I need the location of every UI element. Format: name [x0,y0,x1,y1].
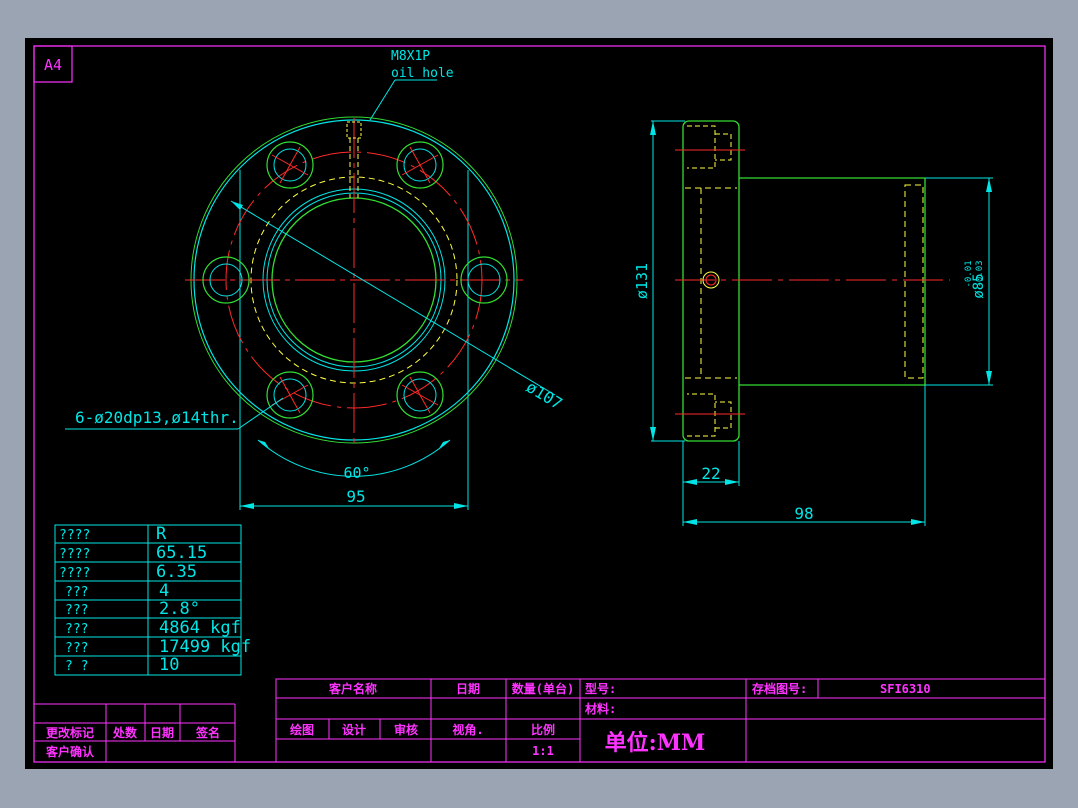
parameter-table: ???? R ???? 65.15 ???? 6.35 ??? 4 ??? 2.… [54,524,251,676]
width-95-label: 95 [346,487,365,506]
bolt-hole [396,371,444,419]
param-label: ??? [65,603,88,618]
param-label: ??? [65,585,88,600]
date-label: 日期 [456,681,480,696]
param-label: ??? [65,641,88,656]
param-value: 65.15 [156,543,207,563]
param-label: ? ? [65,659,88,674]
title-block: 客户名称 日期 数量(单台) 型号: 存档图号: SFI6310 材料: 绘图 … [275,678,1046,763]
revision-block: 更改标记 处数 日期 签名 客户确认 [34,703,236,762]
oil-hole-label: oil hole [391,66,454,81]
front-view [65,79,556,510]
scale-label: 比例 [531,722,555,737]
drawing-canvas: A4 M8X1P oil hole ø107 6-ø20dp13,ø14thr.… [25,38,1053,769]
revision-date-label: 日期 [150,725,174,740]
archive-no-label: 存档图号: [751,681,807,696]
drawing-svg: A4 M8X1P oil hole ø107 6-ø20dp13,ø14thr.… [33,45,1046,763]
model-label: 型号: [585,681,616,696]
design-label: 设计 [342,722,366,737]
scale-value: 1:1 [532,744,554,758]
drawn-label: 绘图 [290,722,314,737]
view-angle-label: 视角. [452,722,483,737]
customer-confirm-label: 客户确认 [45,744,95,759]
tolerance-lower: -0.03 [975,260,985,287]
customer-name-label: 客户名称 [328,681,377,696]
bolt-hole [396,141,444,189]
unit-label: 单位:MM [605,730,706,756]
param-label: ???? [59,547,90,562]
angle-label: 60° [343,464,370,482]
review-label: 审核 [394,722,418,737]
param-value: 4864 kgf [159,618,241,638]
param-value: 4 [159,581,169,601]
quantity-label: 数量(单台) [512,681,574,696]
signature-label: 签名 [195,725,220,740]
location-label: 处数 [112,725,138,740]
diameter-131-label: ø131 [633,263,651,299]
material-label: 材料: [584,701,616,716]
bolt-hole [266,141,314,189]
param-label: ??? [65,622,88,637]
param-value: 17499 kgf [159,637,251,657]
param-value: 6.35 [156,562,197,582]
part-number: SFI6310 [880,682,931,696]
param-value: 2.8° [159,599,200,619]
thread-label: M8X1P [391,49,430,64]
thickness-22-label: 22 [701,464,720,483]
change-mark-label: 更改标记 [46,725,94,740]
diameter-107-label: ø107 [523,377,566,413]
bolt-hole [266,371,314,419]
param-value: 10 [159,655,179,675]
length-98-label: 98 [794,504,813,523]
tolerance-upper: -0.01 [964,260,974,287]
hole-spec-label: 6-ø20dp13,ø14thr. [75,408,239,427]
param-label: ???? [59,528,90,543]
sheet-size-label: A4 [44,56,62,74]
param-value: R [156,524,167,544]
param-label: ???? [59,566,90,581]
